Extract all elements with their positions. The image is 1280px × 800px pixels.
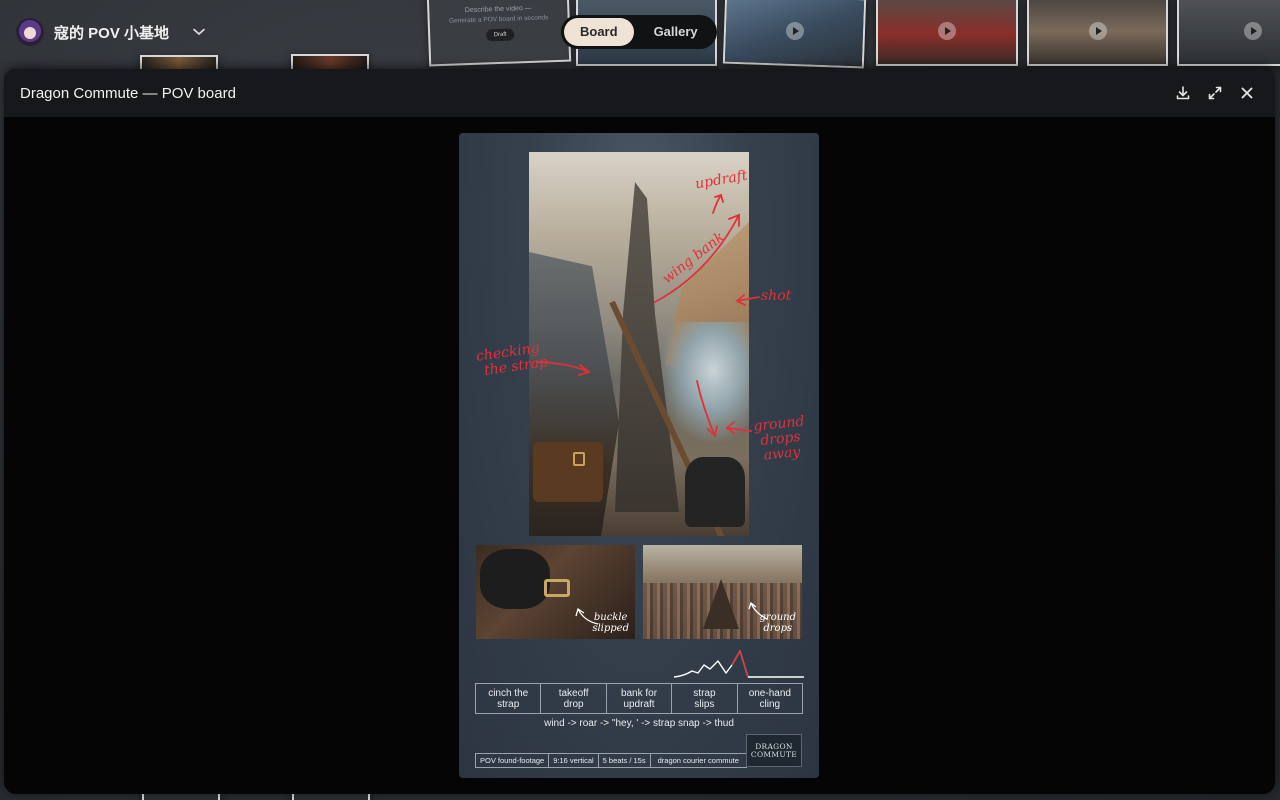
tab-board[interactable]: Board — [564, 18, 634, 46]
avatar-icon — [16, 18, 44, 46]
caption-line: slipped — [592, 623, 629, 634]
hero-image — [529, 152, 749, 536]
prompt-card-line: Generate a POV board in seconds — [448, 14, 549, 25]
caption-line: buckle — [593, 612, 628, 623]
thumb-ground: ground drops — [643, 545, 802, 639]
annotation-ground: ground drops away — [753, 413, 809, 464]
modal-header: Dragon Commute — POV board — [4, 69, 1275, 117]
close-icon — [1241, 87, 1253, 99]
thumb-caption: buckle slipped — [592, 612, 629, 634]
play-icon[interactable] — [1244, 22, 1263, 40]
thumb-caption: ground drops — [760, 612, 796, 634]
prompt-card[interactable]: Describe the video — Generate a POV boar… — [426, 0, 572, 67]
annotation-shot: shot — [761, 288, 792, 304]
video-card[interactable] — [1027, 0, 1168, 66]
spec-tag: POV found-footage — [476, 754, 550, 767]
play-icon[interactable] — [938, 22, 956, 40]
video-card[interactable] — [1177, 0, 1280, 66]
spec-tag: dragon courier commute — [657, 756, 739, 765]
sound-design-line: wind -> roar -> "hey, ' -> strap snap ->… — [544, 718, 734, 729]
download-icon — [1176, 86, 1190, 100]
spec-tag: 9:16 vertical — [549, 754, 599, 767]
beat-cell: takeoff drop — [541, 684, 607, 713]
caption-line: ground — [759, 612, 796, 623]
modal-title: Dragon Commute — POV board — [20, 84, 236, 102]
logo-line: COMMUTE — [750, 749, 798, 759]
beat-cell: strap slips — [672, 684, 738, 713]
annotation-line: away — [763, 444, 802, 464]
beat-cell: one-hand cling — [748, 687, 791, 710]
workspace-switcher[interactable]: 寇的 POV 小基地 — [16, 18, 205, 46]
workspace-name: 寇的 POV 小基地 — [54, 24, 170, 42]
spec-tags: POV found-footage 9:16 vertical 5 beats … — [475, 753, 747, 768]
pov-board-poster: updraft wing bank shot checking the stra… — [459, 133, 819, 778]
expand-button[interactable] — [1203, 81, 1227, 105]
play-icon[interactable] — [1088, 22, 1107, 40]
preview-modal: Dragon Commute — POV board updraft wing … — [4, 69, 1275, 794]
expand-icon — [1208, 86, 1222, 100]
beat-strip: cinch the strap takeoff drop bank for updra… — [475, 683, 803, 714]
video-card[interactable] — [722, 0, 867, 69]
beat-cell: bank for updraft — [607, 684, 673, 713]
close-button[interactable] — [1235, 81, 1259, 105]
beat-cell: cinch the strap — [476, 684, 542, 713]
intensity-waveform — [674, 650, 804, 678]
thumb-buckle: buckle slipped — [476, 545, 635, 639]
view-toggle: Board Gallery — [561, 15, 717, 49]
title-logo: DRAGON COMMUTE — [746, 734, 802, 767]
tab-gallery[interactable]: Gallery — [638, 18, 714, 46]
video-card[interactable] — [876, 0, 1018, 66]
prompt-card-button[interactable]: Draft — [486, 28, 515, 42]
download-button[interactable] — [1171, 81, 1195, 105]
chevron-down-icon[interactable] — [193, 25, 205, 39]
caption-line: drops — [763, 623, 793, 634]
spec-tag: 5 beats / 15s — [599, 754, 651, 767]
